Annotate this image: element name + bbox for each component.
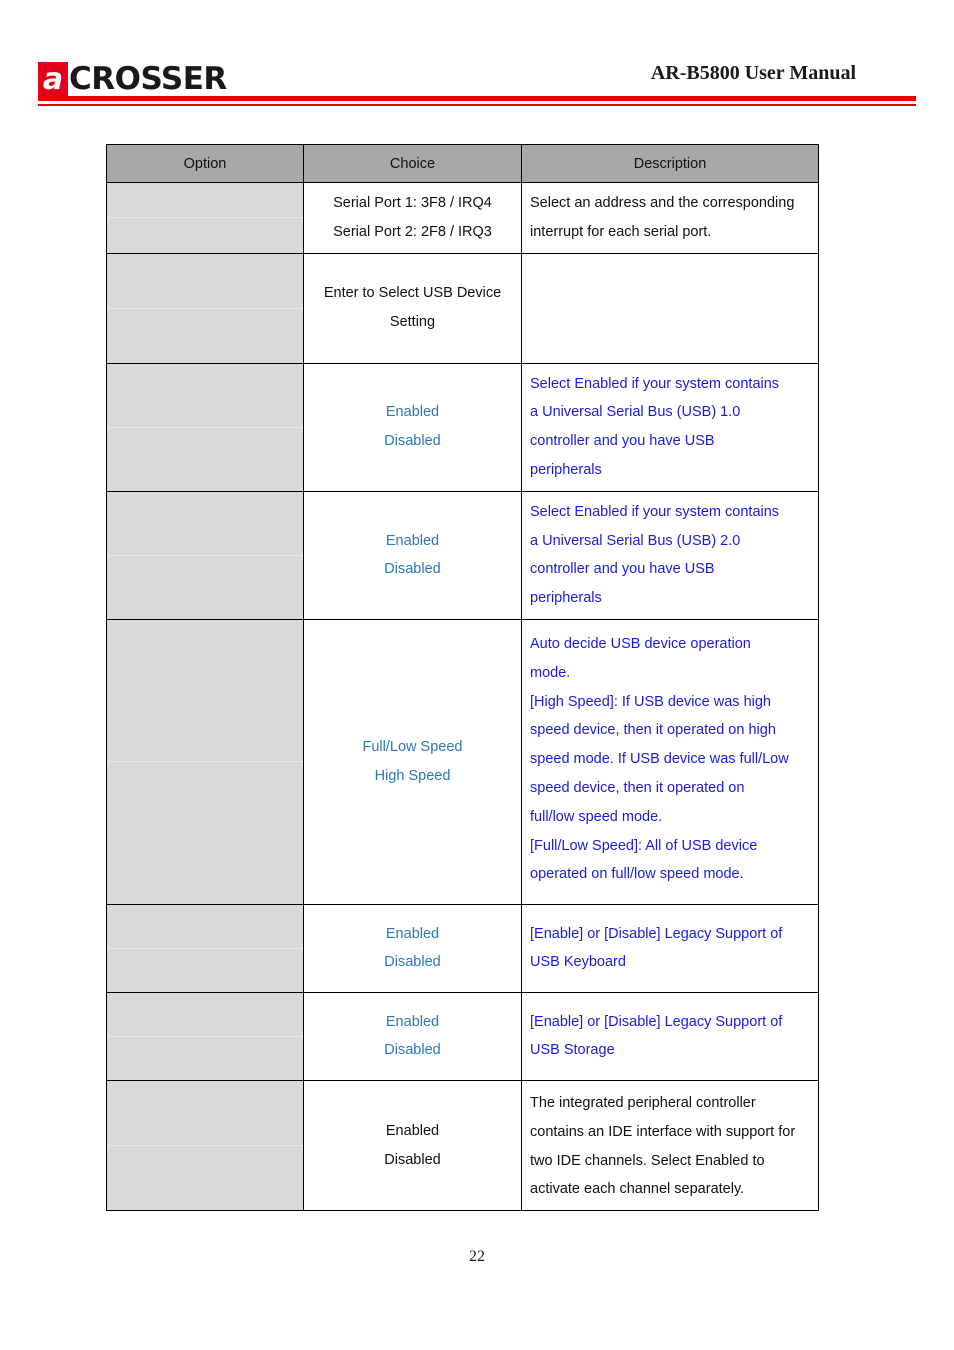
description-line: USB Keyboard bbox=[530, 954, 626, 971]
description-cell: [Enable] or [Disable] Legacy Support of U… bbox=[521, 903, 819, 993]
column-header-choice: Choice bbox=[303, 144, 522, 183]
option-cell-divider bbox=[107, 307, 303, 309]
choice-line: Full/Low Speed bbox=[362, 739, 463, 756]
option-cell bbox=[106, 252, 304, 364]
description-line: contains an IDE interface with support f… bbox=[530, 1123, 796, 1140]
table-row: Enabled Disabled Select Enabled if your sy… bbox=[106, 362, 819, 492]
description-line: Select Enabled if your system contains bbox=[530, 375, 780, 392]
description-line: a Universal Serial Bus (USB) 2.0 bbox=[530, 532, 741, 549]
page-header: a CROSSER AR-B5800 User Manual bbox=[0, 0, 954, 112]
description-cell: Select Enabled if your system contains a … bbox=[521, 490, 819, 620]
bios-options-table: Option Choice Description Serial Port 1:… bbox=[106, 144, 819, 1212]
choice-cell: Enabled Disabled bbox=[303, 490, 522, 620]
choice-line: Serial Port 2: 2F8 / IRQ3 bbox=[333, 223, 492, 240]
choice-cell: Enabled Disabled bbox=[303, 991, 522, 1081]
choice-line: Enabled bbox=[385, 1122, 440, 1139]
choice-cell: Full/Low Speed High Speed bbox=[303, 618, 522, 905]
description-cell: The integrated peripheral controller cont… bbox=[521, 1079, 819, 1212]
header-rule-thin bbox=[38, 104, 916, 106]
page-number: 22 bbox=[469, 1248, 485, 1265]
header-rule-thick bbox=[38, 96, 916, 101]
description-line: controller and you have USB bbox=[530, 433, 715, 450]
description-line: [Enable] or [Disable] Legacy Support of bbox=[530, 925, 783, 942]
choice-line: Disabled bbox=[384, 561, 441, 578]
option-cell-divider bbox=[107, 947, 303, 949]
table-row: Enabled Disabled The integrated peripheral… bbox=[106, 1079, 819, 1212]
choice-line: Enabled bbox=[385, 1013, 440, 1030]
table-row: Full/Low Speed High Speed Auto decide USB … bbox=[106, 618, 819, 905]
acrosser-logo: a CROSSER bbox=[38, 60, 227, 98]
column-header-description: Description bbox=[521, 144, 819, 183]
choice-line: Enabled bbox=[385, 404, 440, 421]
description-line: speed mode. If USB device was full/Low bbox=[530, 751, 789, 768]
option-cell bbox=[106, 1079, 304, 1212]
option-cell bbox=[106, 362, 304, 492]
description-cell: [Enable] or [Disable] Legacy Support of U… bbox=[521, 991, 819, 1081]
choice-line: Enabled bbox=[385, 925, 440, 942]
description-line: speed device, then it operated on high bbox=[530, 722, 776, 739]
description-line: full/low speed mode. bbox=[530, 808, 663, 825]
description-cell: Select an address and the corresponding i… bbox=[521, 182, 819, 254]
table-row: Enabled Disabled [Enable] or [Disable] Leg… bbox=[106, 903, 819, 993]
option-cell-divider bbox=[107, 1035, 303, 1037]
description-line: USB Storage bbox=[530, 1042, 615, 1059]
description-cell: Select Enabled if your system contains a … bbox=[521, 362, 819, 492]
choice-line: Disabled bbox=[384, 954, 441, 971]
choice-line: High Speed bbox=[374, 767, 451, 784]
option-cell bbox=[106, 182, 304, 254]
description-line: controller and you have USB bbox=[530, 561, 715, 578]
description-line: Auto decide USB device operation bbox=[530, 635, 751, 652]
option-cell-divider bbox=[107, 217, 303, 219]
description-line: two IDE channels. Select Enabled to bbox=[530, 1152, 765, 1169]
description-line: peripherals bbox=[530, 590, 602, 607]
table-row: Enabled Disabled [Enable] or [Disable] Leg… bbox=[106, 991, 819, 1081]
description-line: The integrated peripheral controller bbox=[530, 1094, 756, 1111]
table-row: Serial Port 1: 3F8 / IRQ4 Serial Port 2: … bbox=[106, 182, 819, 254]
option-cell-divider bbox=[107, 761, 303, 763]
option-cell-divider bbox=[107, 1145, 303, 1147]
choice-line: Disabled bbox=[384, 1151, 441, 1168]
description-line: Select Enabled if your system contains bbox=[530, 503, 780, 520]
option-cell bbox=[106, 991, 304, 1081]
logo-mark-icon: a bbox=[38, 62, 68, 96]
logo-wordmark: CROSSER bbox=[69, 61, 227, 97]
choice-cell: Enabled Disabled bbox=[303, 362, 522, 492]
description-line: mode. bbox=[530, 664, 571, 681]
option-cell bbox=[106, 618, 304, 905]
table-body: Serial Port 1: 3F8 / IRQ4 Serial Port 2: … bbox=[106, 182, 819, 1212]
option-cell-divider bbox=[107, 554, 303, 556]
option-cell bbox=[106, 903, 304, 993]
description-line: activate each channel separately. bbox=[530, 1181, 745, 1198]
description-line: Select an address and the corresponding bbox=[530, 195, 795, 211]
description-line: [Enable] or [Disable] Legacy Support of bbox=[530, 1013, 783, 1030]
description-line: speed device, then it operated on bbox=[530, 779, 745, 796]
choice-cell: Serial Port 1: 3F8 / IRQ4 Serial Port 2: … bbox=[303, 182, 522, 254]
option-cell-divider bbox=[107, 426, 303, 428]
manual-title: AR-B5800 User Manual bbox=[650, 62, 856, 84]
choice-line: Enter to Select USB Device bbox=[323, 285, 502, 302]
choice-line: Enabled bbox=[385, 532, 440, 549]
choice-cell: Enter to Select USB Device Setting bbox=[303, 252, 522, 364]
description-line: [High Speed]: If USB device was high bbox=[530, 693, 771, 710]
description-line: a Universal Serial Bus (USB) 1.0 bbox=[530, 404, 741, 421]
table-row: Enter to Select USB Device Setting bbox=[106, 252, 819, 364]
table-header: Option Choice Description bbox=[106, 144, 819, 183]
description-line: operated on full/low speed mode. bbox=[530, 866, 744, 883]
description-line: [Full/Low Speed]: All of USB device bbox=[530, 837, 758, 854]
description-line: peripherals bbox=[530, 461, 602, 478]
description-line: interrupt for each serial port. bbox=[530, 223, 712, 240]
description-cell bbox=[521, 252, 819, 364]
choice-line: Disabled bbox=[384, 1042, 441, 1059]
table-header-row: Option Choice Description bbox=[106, 144, 819, 183]
column-header-option: Option bbox=[106, 144, 304, 183]
choice-cell: Enabled Disabled bbox=[303, 1079, 522, 1212]
option-cell bbox=[106, 490, 304, 620]
choice-line: Serial Port 1: 3F8 / IRQ4 bbox=[333, 195, 492, 211]
logo-mark-letter: a bbox=[42, 62, 64, 97]
choice-cell: Enabled Disabled bbox=[303, 903, 522, 993]
choice-line: Disabled bbox=[384, 433, 441, 450]
choice-line: Setting bbox=[389, 314, 436, 331]
table-row: Enabled Disabled Select Enabled if your sy… bbox=[106, 490, 819, 620]
description-cell: Auto decide USB device operation mode. [Hi… bbox=[521, 618, 819, 905]
